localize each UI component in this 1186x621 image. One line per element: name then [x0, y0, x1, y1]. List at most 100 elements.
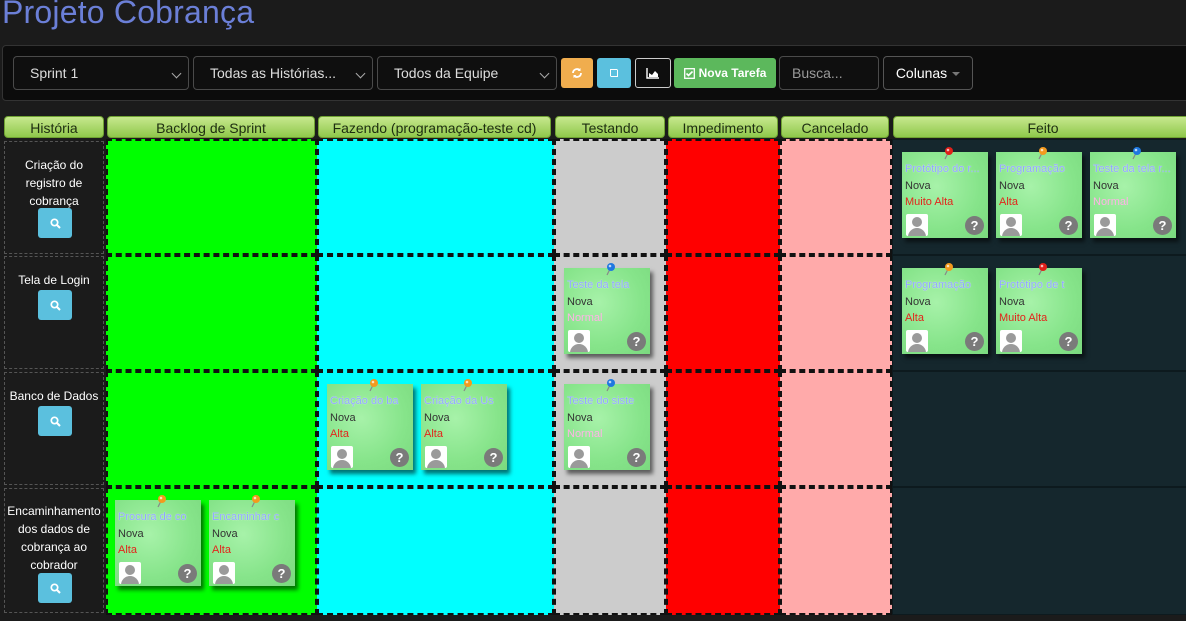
- task-title: Teste da tela: [567, 279, 630, 291]
- board-cell-impediment: [666, 255, 780, 371]
- board-cell-done: [892, 371, 1186, 487]
- column-header-testando: Testando: [555, 116, 665, 138]
- pushpin-icon: [606, 379, 615, 392]
- avatar[interactable]: [568, 446, 590, 468]
- task-card[interactable]: Teste da tela Nova Normal?: [564, 263, 650, 354]
- task-card[interactable]: Criação da Us Nova Alta?: [421, 379, 507, 470]
- pushpin-icon: [369, 379, 378, 392]
- task-card[interactable]: Procura de co Nova Alta?: [115, 495, 201, 586]
- story-view-button[interactable]: [38, 290, 72, 320]
- avatar[interactable]: [1000, 330, 1022, 352]
- board-cell-backlog: [106, 255, 317, 371]
- chart-button[interactable]: [635, 58, 671, 88]
- board-cell-done: [892, 487, 1186, 615]
- stories-select[interactable]: Todas as Histórias...: [193, 56, 373, 90]
- task-status: Nova: [905, 296, 931, 308]
- avatar[interactable]: [331, 446, 353, 468]
- task-card[interactable]: Encaminhar c Nova Alta?: [209, 495, 295, 586]
- task-card[interactable]: Criação do ba Nova Alta?: [327, 379, 413, 470]
- avatar[interactable]: [119, 562, 141, 584]
- question-icon[interactable]: ?: [1059, 216, 1078, 235]
- question-icon[interactable]: ?: [484, 448, 503, 467]
- avatar[interactable]: [906, 330, 928, 352]
- search-icon: [49, 217, 61, 229]
- question-icon[interactable]: ?: [1059, 332, 1078, 351]
- task-priority: Normal: [567, 428, 603, 440]
- board-cell-testing: [554, 139, 666, 255]
- task-priority: Normal: [1093, 196, 1129, 208]
- avatar[interactable]: [568, 330, 590, 352]
- chevron-down-icon: [539, 68, 550, 79]
- question-icon[interactable]: ?: [178, 564, 197, 583]
- story-label: Tela de Login: [18, 273, 90, 287]
- search-icon: [49, 299, 61, 311]
- question-icon[interactable]: ?: [1153, 216, 1172, 235]
- task-card[interactable]: Programação Nova Alta?: [902, 263, 988, 354]
- task-title: Teste do siste: [567, 395, 635, 407]
- avatar[interactable]: [1094, 214, 1116, 236]
- team-select[interactable]: Todos da Equipe: [377, 56, 557, 90]
- area-chart-icon: [646, 68, 659, 79]
- task-priority: Alta: [999, 196, 1018, 208]
- sprint-select[interactable]: Sprint 1: [13, 56, 189, 90]
- column-header-historia: História: [4, 116, 104, 138]
- question-icon[interactable]: ?: [390, 448, 409, 467]
- pushpin-icon: [606, 263, 615, 276]
- question-icon[interactable]: ?: [272, 564, 291, 583]
- team-select-value: Todos da Equipe: [394, 65, 499, 81]
- refresh-button[interactable]: [561, 58, 593, 88]
- page-title: Projeto Cobrança: [2, 0, 255, 30]
- task-card[interactable]: Protótipo de t Nova Muito Alta?: [996, 263, 1082, 354]
- story-label: Criação do registro de cobrança: [24, 158, 84, 208]
- task-title: Protótipo do r...: [905, 163, 980, 175]
- refresh-icon: [572, 68, 582, 78]
- search-icon: [49, 415, 61, 427]
- avatar[interactable]: [1000, 214, 1022, 236]
- pushpin-icon: [1038, 147, 1047, 160]
- avatar[interactable]: [425, 446, 447, 468]
- question-icon[interactable]: ?: [627, 448, 646, 467]
- new-task-button[interactable]: Nova Tarefa: [674, 58, 776, 88]
- avatar[interactable]: [906, 214, 928, 236]
- board-cell-doing: [317, 139, 554, 255]
- story-view-button[interactable]: [38, 406, 72, 436]
- question-icon[interactable]: ?: [627, 332, 646, 351]
- question-icon[interactable]: ?: [965, 332, 984, 351]
- story-view-button[interactable]: [38, 208, 72, 238]
- task-priority: Muito Alta: [999, 312, 1048, 324]
- checkbox-icon: [683, 67, 695, 79]
- column-header-cancelado: Cancelado: [781, 116, 889, 138]
- task-card[interactable]: Teste da tela r... Nova Normal?: [1090, 147, 1176, 238]
- task-priority: Alta: [905, 312, 924, 324]
- caret-down-icon: [952, 72, 961, 76]
- pushpin-icon: [1132, 147, 1141, 160]
- story-cell: Criação do registro de cobrança: [4, 141, 104, 254]
- task-status: Nova: [567, 412, 593, 424]
- board-cell-impediment: [666, 371, 780, 487]
- task-card[interactable]: Programação Nova Alta?: [996, 147, 1082, 238]
- task-status: Nova: [1093, 180, 1119, 192]
- columns-dropdown[interactable]: Colunas: [883, 56, 973, 90]
- task-card[interactable]: Protótipo do r... Nova Muito Alta?: [902, 147, 988, 238]
- task-priority: Muito Alta: [905, 196, 954, 208]
- task-title: Programação: [999, 163, 1066, 175]
- board-cell-doing: [317, 487, 554, 615]
- avatar[interactable]: [213, 562, 235, 584]
- task-title: Programação: [905, 279, 972, 291]
- book-button[interactable]: [597, 58, 631, 88]
- story-view-button[interactable]: [38, 573, 72, 603]
- board-cell-doing: [317, 255, 554, 371]
- question-icon[interactable]: ?: [965, 216, 984, 235]
- stories-select-value: Todas as Histórias...: [210, 65, 337, 81]
- task-title: Protótipo de t: [999, 279, 1065, 291]
- task-title: Criação da Us: [424, 395, 494, 407]
- pushpin-icon: [944, 147, 953, 160]
- task-card[interactable]: Teste do siste Nova Normal?: [564, 379, 650, 470]
- board-cell-impediment: [666, 139, 780, 255]
- pushpin-icon: [944, 263, 953, 276]
- board-cell-backlog: [106, 139, 317, 255]
- story-cell: Encaminhamento dos dados de cobrança ao …: [4, 488, 104, 613]
- task-priority: Alta: [330, 428, 349, 440]
- task-title: Criação do ba: [330, 395, 399, 407]
- search-input[interactable]: [779, 56, 879, 90]
